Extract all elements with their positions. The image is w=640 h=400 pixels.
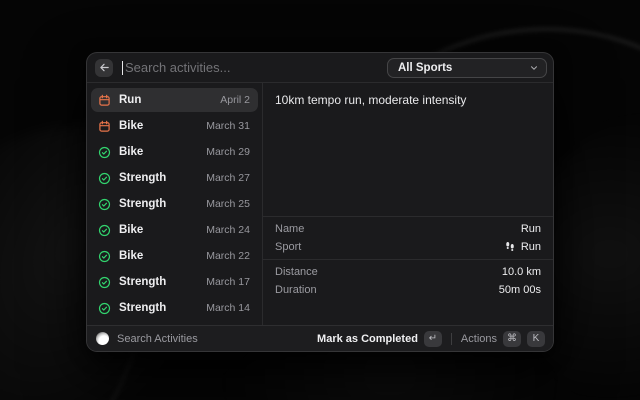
metadata-value-text: 10.0 km [502, 266, 541, 278]
activity-row[interactable]: StrengthMarch 14 [91, 296, 258, 320]
activity-date: March 14 [206, 302, 250, 314]
search-input[interactable]: Search activities... [125, 60, 387, 75]
activity-detail-panel: 10km tempo run, moderate intensity NameR… [263, 83, 553, 325]
metadata-row: NameRun [263, 220, 553, 238]
back-arrow-icon [99, 62, 110, 73]
activity-name: Strength [119, 198, 206, 210]
window-header: Search activities... All Sports [87, 53, 553, 83]
activity-name: Bike [119, 224, 206, 236]
metadata-value: 50m 00s [499, 284, 541, 296]
activity-row[interactable]: BikeMarch 29 [91, 140, 258, 164]
check-circle-icon [98, 146, 111, 159]
check-circle-icon [98, 172, 111, 185]
calendar-icon [98, 94, 111, 107]
window-body: RunApril 2BikeMarch 31BikeMarch 29Streng… [87, 83, 553, 325]
activity-row[interactable]: StrengthMarch 27 [91, 166, 258, 190]
activity-list: RunApril 2BikeMarch 31BikeMarch 29Streng… [87, 83, 263, 325]
activity-date: March 24 [206, 224, 250, 236]
activity-date: March 22 [206, 250, 250, 262]
metadata-value-text: Run [521, 223, 541, 235]
activity-row[interactable]: BikeMarch 31 [91, 114, 258, 138]
k-key-icon: K [527, 331, 545, 347]
sport-filter-value: All Sports [398, 62, 529, 74]
metadata-row: Sport Run [263, 238, 553, 256]
footer-actions: Mark as Completed ↵ Actions ⌘ K [317, 331, 545, 347]
app-icon [96, 332, 109, 345]
activity-date: March 27 [206, 172, 250, 184]
activity-name: Bike [119, 120, 206, 132]
activity-name: Run [119, 94, 220, 106]
activity-date: March 25 [206, 198, 250, 210]
metadata-divider [263, 216, 553, 217]
footprints-icon [504, 241, 516, 253]
metadata-value: Run [504, 241, 541, 253]
activity-name: Bike [119, 250, 206, 262]
activity-row[interactable]: BikeMarch 24 [91, 218, 258, 242]
activity-description: 10km tempo run, moderate intensity [275, 93, 541, 109]
check-circle-icon [98, 302, 111, 315]
return-key-icon: ↵ [424, 331, 442, 347]
mark-as-completed-label: Mark as Completed [317, 333, 418, 345]
check-circle-icon [98, 198, 111, 211]
metadata-divider [263, 259, 553, 260]
metadata-value-text: 50m 00s [499, 284, 541, 296]
activity-row[interactable]: StrengthMarch 25 [91, 192, 258, 216]
activity-row[interactable]: BikeMarch 22 [91, 244, 258, 268]
activity-name: Strength [119, 172, 206, 184]
desktop-wallpaper: Search activities... All Sports RunApril… [0, 0, 640, 400]
command-key-icon: ⌘ [503, 331, 521, 347]
metadata-row: Distance10.0 km [263, 263, 553, 281]
check-circle-icon [98, 224, 111, 237]
mark-as-completed-button[interactable]: Mark as Completed ↵ [317, 331, 442, 347]
activity-date: April 2 [220, 94, 250, 106]
activity-metadata: NameRunSportRunDistance10.0 kmDuration50… [263, 213, 553, 299]
metadata-row: Duration50m 00s [263, 281, 553, 299]
window-footer: Search Activities Mark as Completed ↵ Ac… [87, 325, 553, 351]
footer-command-label: Search Activities [117, 333, 317, 345]
back-button[interactable] [95, 59, 113, 77]
calendar-icon [98, 120, 111, 133]
actions-label: Actions [461, 333, 497, 345]
metadata-label: Name [275, 223, 521, 235]
activity-date: March 31 [206, 120, 250, 132]
activity-date: March 17 [206, 276, 250, 288]
actions-button[interactable]: Actions ⌘ K [461, 331, 545, 347]
metadata-label: Sport [275, 241, 504, 253]
activity-name: Strength [119, 276, 206, 288]
activity-row[interactable]: StrengthMarch 17 [91, 270, 258, 294]
check-circle-icon [98, 250, 111, 263]
check-circle-icon [98, 276, 111, 289]
activity-name: Strength [119, 302, 206, 314]
metadata-label: Duration [275, 284, 499, 296]
text-cursor [122, 61, 123, 75]
search-activities-window: Search activities... All Sports RunApril… [86, 52, 554, 352]
metadata-label: Distance [275, 266, 502, 278]
metadata-value-text: Run [521, 241, 541, 253]
metadata-value: Run [521, 223, 541, 235]
activity-name: Bike [119, 146, 206, 158]
footer-divider [451, 333, 452, 345]
chevron-down-icon [529, 63, 539, 73]
activity-date: March 29 [206, 146, 250, 158]
activity-row[interactable]: RunApril 2 [91, 88, 258, 112]
sport-filter-dropdown[interactable]: All Sports [387, 58, 547, 78]
metadata-value: 10.0 km [502, 266, 541, 278]
